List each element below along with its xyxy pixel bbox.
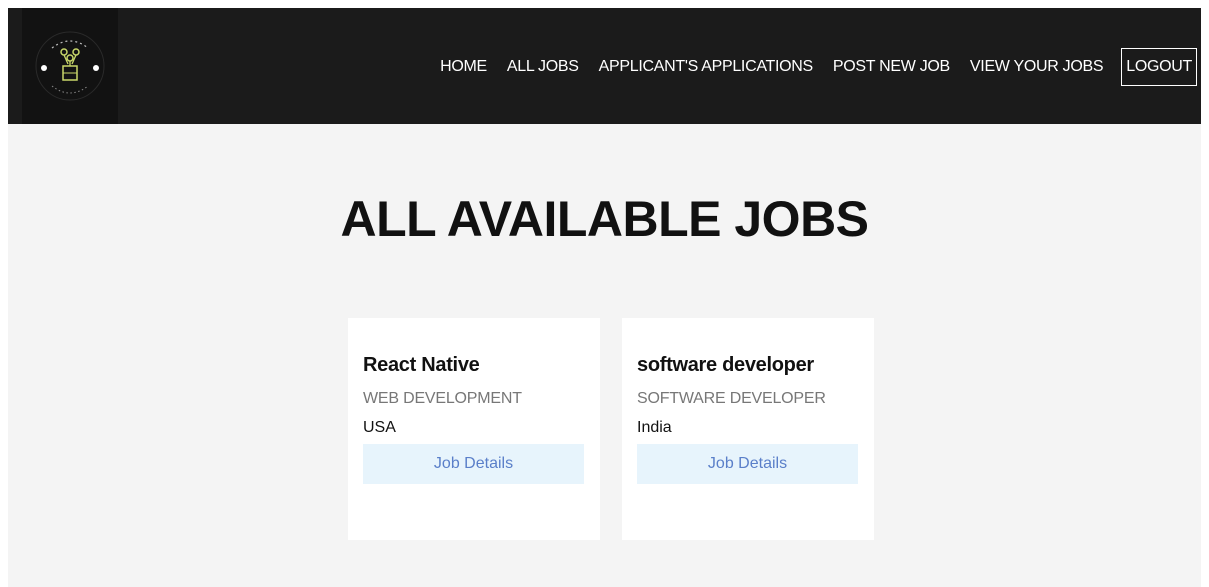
logout-button[interactable]: LOGOUT (1121, 48, 1197, 86)
nav-link-all-jobs[interactable]: ALL JOBS (507, 58, 579, 76)
job-details-button[interactable]: Job Details (363, 444, 584, 484)
site-logo[interactable] (22, 8, 118, 124)
job-location: USA (363, 419, 396, 436)
page-title: ALL AVAILABLE JOBS (340, 191, 869, 247)
job-title: software developer (637, 354, 814, 376)
job-category: WEB DEVELOPMENT (363, 390, 522, 407)
nav-link-home[interactable]: HOME (440, 58, 487, 76)
job-title: React Native (363, 354, 480, 376)
main-content: ALL AVAILABLE JOBS React Native WEB DEVE… (8, 124, 1201, 587)
job-location: India (637, 419, 672, 436)
nav-link-view-your-jobs[interactable]: VIEW YOUR JOBS (970, 58, 1104, 76)
job-category: SOFTWARE DEVELOPER (637, 390, 826, 407)
peekajob-logo-icon (35, 31, 105, 101)
nav-menu: HOME ALL JOBS APPLICANT'S APPLICATIONS P… (440, 48, 1197, 86)
nav-link-applicants-applications[interactable]: APPLICANT'S APPLICATIONS (599, 58, 814, 76)
job-details-button[interactable]: Job Details (637, 444, 858, 484)
job-card: software developer SOFTWARE DEVELOPER In… (622, 318, 874, 540)
nav-link-post-new-job[interactable]: POST NEW JOB (833, 58, 950, 76)
job-cards-list: React Native WEB DEVELOPMENT USA Job Det… (348, 318, 896, 540)
navbar: HOME ALL JOBS APPLICANT'S APPLICATIONS P… (8, 8, 1201, 124)
job-card: React Native WEB DEVELOPMENT USA Job Det… (348, 318, 600, 540)
